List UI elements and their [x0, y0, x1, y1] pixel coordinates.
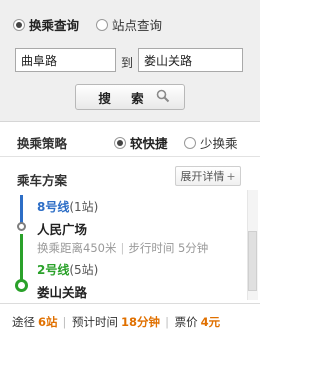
strategy-row: 换乘策略 较快捷 少换乘: [0, 123, 260, 157]
strategy-option-less-transfer[interactable]: 少换乘: [184, 133, 238, 152]
line2-name: 2号线: [37, 263, 70, 277]
line8-row: 8号线(1站): [37, 198, 98, 215]
to-station-input[interactable]: [138, 48, 243, 72]
summary-route-label: 途径: [12, 315, 35, 329]
radio-transfer-selected[interactable]: [13, 18, 25, 31]
end-station: 娄山关路: [37, 285, 88, 300]
strategy-title: 换乘策略: [17, 136, 68, 151]
route-detail: 8号线(1站) 人民广场 换乘距离450米 | 步行时间 5分钟 2号线(5站) 娄…: [10, 190, 246, 300]
mode-station-label: 站点查询: [112, 18, 163, 33]
strategy-option-fast[interactable]: 较快捷: [114, 133, 168, 152]
mode-transfer-label: 换乘查询: [29, 18, 80, 33]
transfer-walk-time: 步行时间 5分钟: [128, 241, 209, 255]
line2-row: 2号线(5站): [37, 261, 98, 278]
to-label: 到: [121, 56, 134, 70]
scrollbar-thumb[interactable]: [248, 231, 257, 291]
radio-less-transfer[interactable]: [184, 136, 196, 149]
transfer-node-icon: [17, 222, 26, 231]
line8-name: 8号线: [37, 200, 70, 214]
expand-details-label: 展开详情: [180, 170, 225, 183]
search-button-label: 搜 索: [98, 90, 152, 106]
info-separator: |: [120, 241, 125, 255]
strategy-less-transfer-label: 少换乘: [200, 136, 238, 151]
summary-route-value: 6站: [38, 315, 58, 329]
summary-time-value: 18分钟: [121, 315, 161, 329]
search-button[interactable]: 搜 索: [75, 84, 185, 110]
expand-details-button[interactable]: 展开详情 +: [175, 166, 241, 186]
transfer-station: 人民广场: [37, 222, 88, 237]
summary-separator-2: |: [165, 315, 169, 329]
mode-transfer[interactable]: 换乘查询: [13, 15, 79, 34]
summary-time-label: 预计时间: [72, 315, 119, 329]
transfer-distance: 换乘距离450米: [37, 241, 117, 255]
radio-station[interactable]: [96, 18, 108, 31]
summary-price-label: 票价: [174, 315, 198, 329]
mode-station[interactable]: 站点查询: [96, 15, 162, 34]
summary-price-value: 4元: [200, 315, 221, 329]
radio-fast-selected[interactable]: [114, 136, 126, 149]
end-node-icon: [15, 279, 28, 292]
plus-icon: +: [226, 169, 236, 183]
transfer-info: 换乘距离450米 | 步行时间 5分钟: [37, 240, 208, 256]
from-station-input[interactable]: [15, 48, 116, 72]
search-panel: 换乘查询 站点查询 到 搜 索: [0, 0, 260, 122]
line2-stops: (5站): [69, 263, 99, 277]
plan-title: 乘车方案: [17, 173, 68, 188]
strategy-fast-label: 较快捷: [130, 136, 168, 151]
line8-segment-bar: [20, 195, 23, 225]
summary-separator-1: |: [62, 315, 67, 329]
route-summary: 途径 6站 | 预计时间 18分钟 | 票价 4元: [0, 303, 260, 335]
line2-segment-bar: [20, 234, 23, 282]
search-icon: [156, 89, 170, 106]
line8-stops: (1站): [69, 200, 99, 214]
